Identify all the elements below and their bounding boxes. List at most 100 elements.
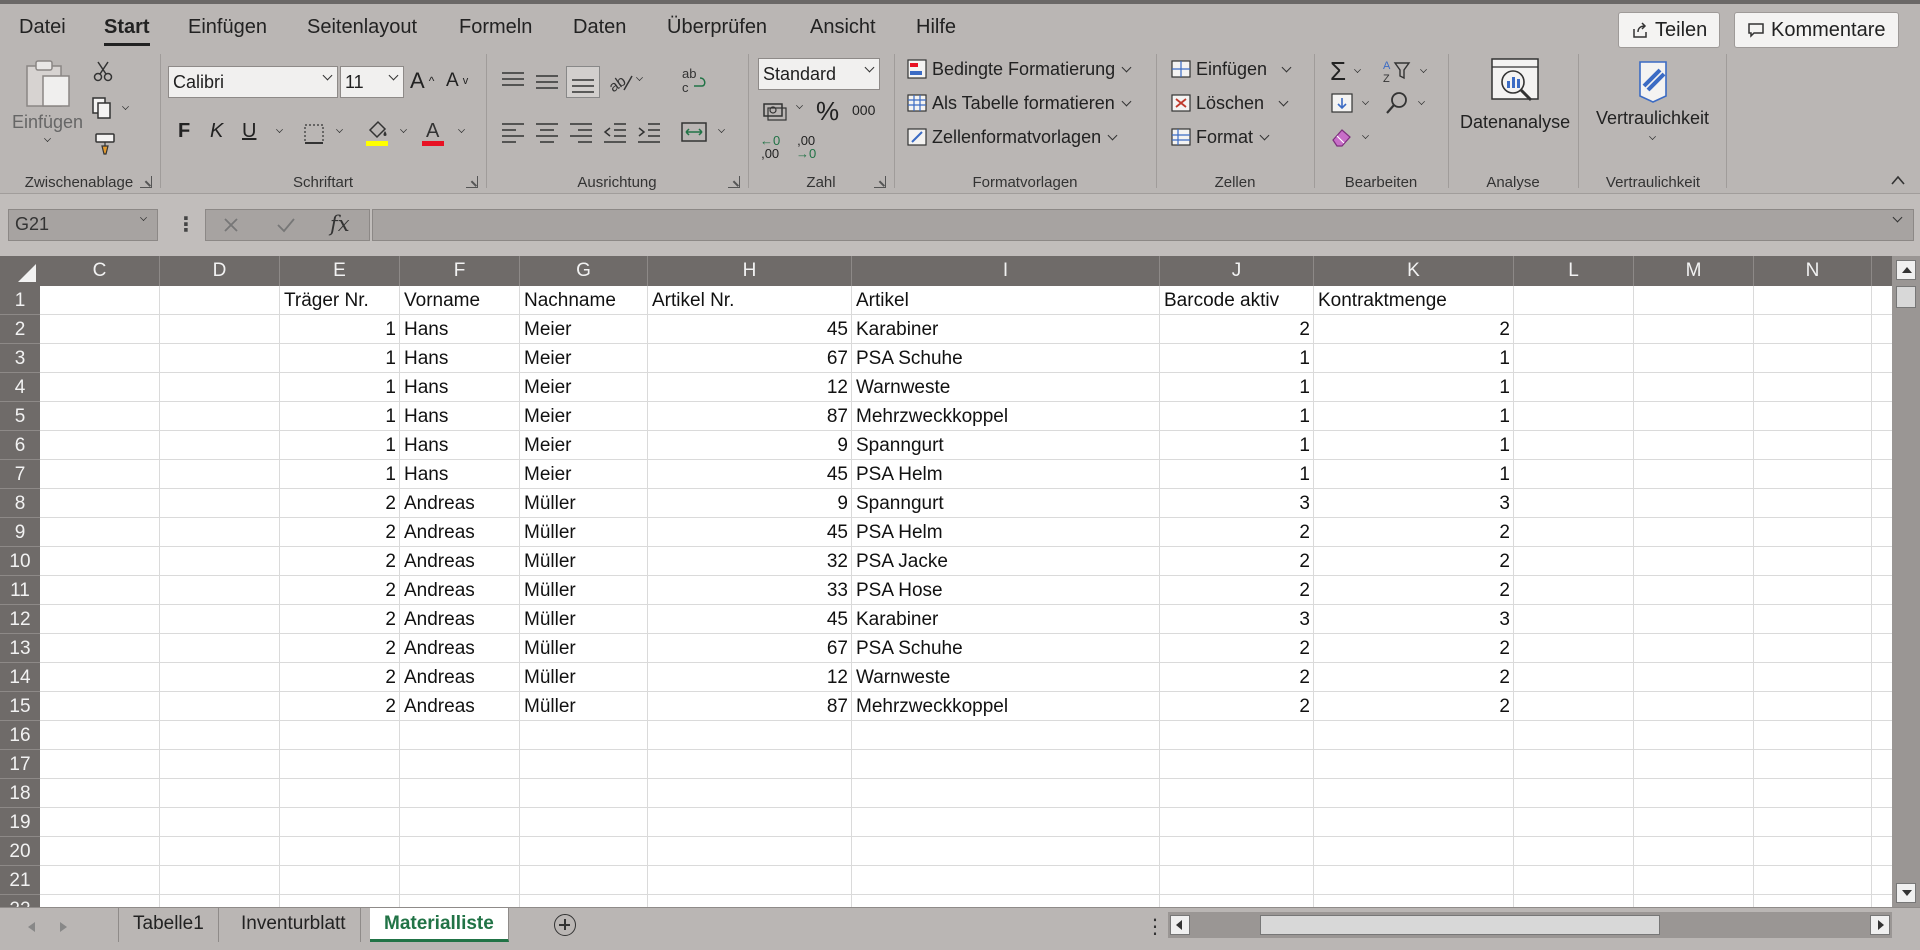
cell-artikel[interactable]: PSA Jacke bbox=[852, 547, 1160, 576]
tab-start[interactable]: Start bbox=[104, 16, 150, 46]
cell-kontraktmenge[interactable]: 2 bbox=[1314, 576, 1514, 605]
cell-artikel-nr[interactable]: 12 bbox=[648, 373, 852, 402]
insert-function-button[interactable]: fx bbox=[330, 212, 350, 236]
fill-button[interactable] bbox=[1330, 92, 1369, 114]
row-header-5[interactable]: 5 bbox=[0, 402, 40, 431]
header-cell-traeger-nr[interactable]: Träger Nr. bbox=[280, 286, 400, 315]
cell-artikel-nr[interactable]: 45 bbox=[648, 460, 852, 489]
cell-nachname[interactable]: Meier bbox=[520, 402, 648, 431]
formula-input[interactable] bbox=[372, 209, 1914, 241]
cell-artikel-nr[interactable]: 9 bbox=[648, 431, 852, 460]
add-sheet-icon[interactable] bbox=[554, 914, 576, 936]
column-header-n[interactable]: N bbox=[1754, 256, 1872, 286]
cancel-icon[interactable] bbox=[222, 216, 240, 234]
tab-ansicht[interactable]: Ansicht bbox=[810, 16, 876, 39]
cell-kontraktmenge[interactable]: 3 bbox=[1314, 489, 1514, 518]
cell-barcode-aktiv[interactable]: 3 bbox=[1160, 489, 1314, 518]
column-header-f[interactable]: F bbox=[400, 256, 520, 286]
cell-artikel-nr[interactable]: 67 bbox=[648, 344, 852, 373]
sheet-tab-inventurblatt[interactable]: Inventurblatt bbox=[227, 908, 361, 942]
increase-indent-icon[interactable] bbox=[636, 120, 662, 144]
cell-barcode-aktiv[interactable]: 1 bbox=[1160, 431, 1314, 460]
format-cells-button[interactable]: Format bbox=[1170, 126, 1270, 148]
row-header-13[interactable]: 13 bbox=[0, 634, 40, 663]
sheet-tab-tabelle1[interactable]: Tabelle1 bbox=[119, 908, 219, 942]
row-header-7[interactable]: 7 bbox=[0, 460, 40, 489]
cell-traeger-nr[interactable]: 2 bbox=[280, 605, 400, 634]
borders-dropdown-icon[interactable] bbox=[336, 126, 343, 133]
cell-nachname[interactable]: Müller bbox=[520, 547, 648, 576]
cell-vorname[interactable]: Hans bbox=[400, 402, 520, 431]
cut-icon[interactable] bbox=[92, 60, 114, 82]
cell-artikel[interactable]: Warnweste bbox=[852, 663, 1160, 692]
row-header-6[interactable]: 6 bbox=[0, 431, 40, 460]
cell-kontraktmenge[interactable]: 1 bbox=[1314, 373, 1514, 402]
cell-artikel-nr[interactable]: 9 bbox=[648, 489, 852, 518]
orientation-icon[interactable]: ab bbox=[606, 68, 634, 94]
cell-kontraktmenge[interactable]: 2 bbox=[1314, 634, 1514, 663]
column-header-k[interactable]: K bbox=[1314, 256, 1514, 286]
cell-barcode-aktiv[interactable]: 2 bbox=[1160, 663, 1314, 692]
cell-artikel-nr[interactable]: 87 bbox=[648, 402, 852, 431]
vertical-scroll-thumb[interactable] bbox=[1896, 286, 1916, 308]
cell-nachname[interactable]: Müller bbox=[520, 489, 648, 518]
cell-vorname[interactable]: Andreas bbox=[400, 663, 520, 692]
row-header-18[interactable]: 18 bbox=[0, 779, 40, 808]
cell-barcode-aktiv[interactable]: 2 bbox=[1160, 634, 1314, 663]
cell-barcode-aktiv[interactable]: 2 bbox=[1160, 547, 1314, 576]
column-header-l[interactable]: L bbox=[1514, 256, 1634, 286]
cell-barcode-aktiv[interactable]: 2 bbox=[1160, 518, 1314, 547]
align-middle-icon[interactable] bbox=[534, 70, 560, 92]
cell-traeger-nr[interactable]: 2 bbox=[280, 489, 400, 518]
tab-splitter-icon[interactable]: ⋮ bbox=[1145, 914, 1165, 939]
font-color-dropdown-icon[interactable] bbox=[458, 126, 465, 133]
header-cell-vorname[interactable]: Vorname bbox=[400, 286, 520, 315]
thousands-separator-button[interactable]: 000 bbox=[852, 102, 875, 118]
format-painter-icon[interactable] bbox=[92, 132, 118, 156]
prev-sheet-icon[interactable] bbox=[28, 922, 35, 932]
cell-traeger-nr[interactable]: 1 bbox=[280, 344, 400, 373]
cell-artikel-nr[interactable]: 45 bbox=[648, 605, 852, 634]
column-header-m[interactable]: M bbox=[1634, 256, 1754, 286]
cell-vorname[interactable]: Andreas bbox=[400, 518, 520, 547]
cell-artikel[interactable]: Karabiner bbox=[852, 315, 1160, 344]
cell-nachname[interactable]: Meier bbox=[520, 431, 648, 460]
cell-vorname[interactable]: Andreas bbox=[400, 605, 520, 634]
cell-vorname[interactable]: Andreas bbox=[400, 634, 520, 663]
tab-datei[interactable]: Datei bbox=[19, 16, 66, 39]
row-header-8[interactable]: 8 bbox=[0, 489, 40, 518]
cell-vorname[interactable]: Hans bbox=[400, 460, 520, 489]
horizontal-scrollbar[interactable] bbox=[1168, 912, 1892, 938]
cell-traeger-nr[interactable]: 1 bbox=[280, 460, 400, 489]
cell-traeger-nr[interactable]: 2 bbox=[280, 692, 400, 721]
tab-daten[interactable]: Daten bbox=[573, 16, 626, 39]
column-header-e[interactable]: E bbox=[280, 256, 400, 286]
fill-color-dropdown-icon[interactable] bbox=[400, 126, 407, 133]
wrap-text-icon[interactable]: ab c bbox=[680, 66, 708, 96]
cell-barcode-aktiv[interactable]: 1 bbox=[1160, 460, 1314, 489]
cell-vorname[interactable]: Andreas bbox=[400, 547, 520, 576]
cell-traeger-nr[interactable]: 1 bbox=[280, 402, 400, 431]
scroll-right-icon[interactable] bbox=[1870, 915, 1890, 935]
bold-button[interactable]: F bbox=[178, 120, 190, 143]
find-select-button[interactable] bbox=[1384, 90, 1425, 116]
cell-kontraktmenge[interactable]: 2 bbox=[1314, 315, 1514, 344]
column-header-c[interactable]: C bbox=[40, 256, 160, 286]
font-name-combo[interactable]: Calibri bbox=[168, 66, 338, 98]
cell-traeger-nr[interactable]: 1 bbox=[280, 315, 400, 344]
scroll-up-button[interactable] bbox=[1896, 260, 1916, 280]
cell-traeger-nr[interactable]: 1 bbox=[280, 431, 400, 460]
cell-kontraktmenge[interactable]: 1 bbox=[1314, 402, 1514, 431]
cell-traeger-nr[interactable]: 1 bbox=[280, 373, 400, 402]
row-header-2[interactable]: 2 bbox=[0, 315, 40, 344]
cell-nachname[interactable]: Müller bbox=[520, 518, 648, 547]
row-header-3[interactable]: 3 bbox=[0, 344, 40, 373]
cell-artikel-nr[interactable]: 45 bbox=[648, 518, 852, 547]
cell-barcode-aktiv[interactable]: 1 bbox=[1160, 373, 1314, 402]
cells-area[interactable]: Träger Nr. Vorname Nachname Artikel Nr. Arti… bbox=[40, 286, 1892, 907]
cell-artikel-nr[interactable]: 45 bbox=[648, 315, 852, 344]
next-sheet-icon[interactable] bbox=[60, 922, 67, 932]
row-header-1[interactable]: 1 bbox=[0, 286, 40, 315]
cell-artikel[interactable]: Karabiner bbox=[852, 605, 1160, 634]
font-size-combo[interactable]: 11 bbox=[340, 66, 404, 98]
